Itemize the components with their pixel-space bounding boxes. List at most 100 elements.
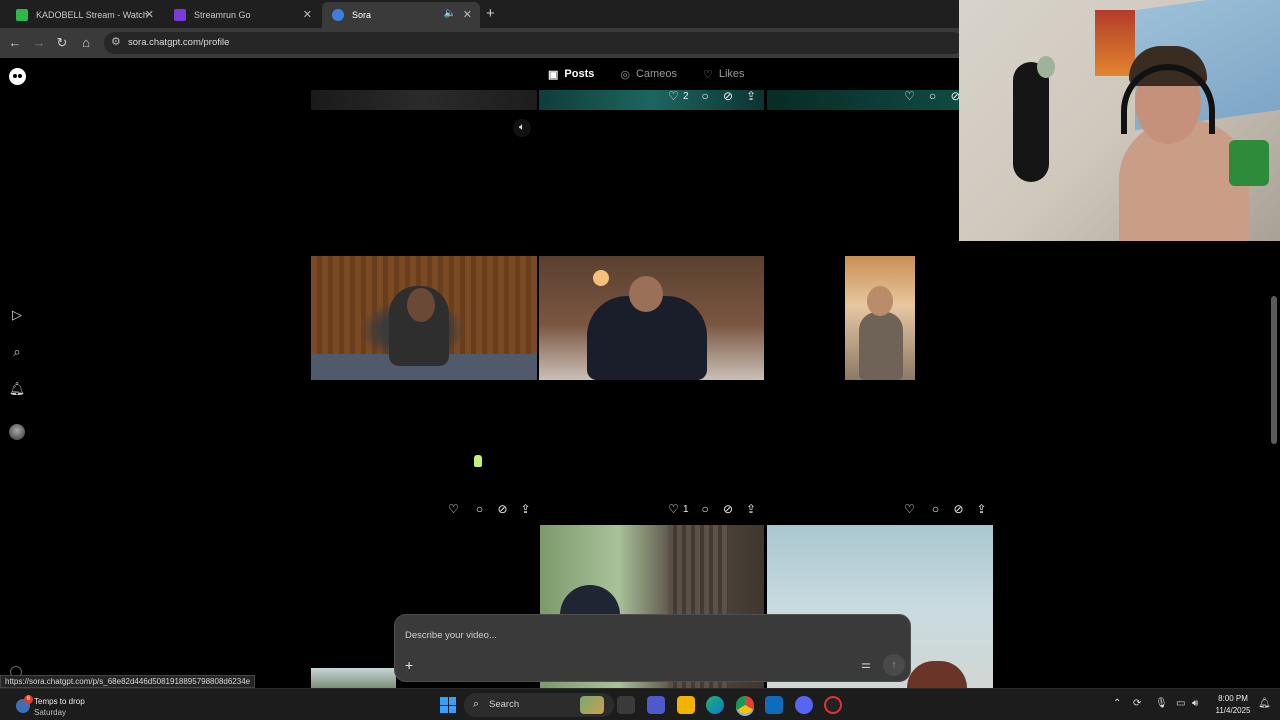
heart-icon: ♡ bbox=[668, 502, 679, 516]
tab-posts[interactable]: ▣ Posts bbox=[548, 64, 594, 84]
tab-sora[interactable]: Sora 🔈 ✕ bbox=[322, 2, 480, 28]
clock-date: 11/4/2025 bbox=[1215, 706, 1251, 715]
person-circle-icon: ◎ bbox=[620, 68, 630, 81]
windows-start-icon[interactable] bbox=[440, 697, 456, 713]
back-icon[interactable]: ← bbox=[6, 34, 24, 52]
url-text: sora.chatgpt.com/profile bbox=[128, 37, 230, 48]
mute-icon[interactable]: 🔈︎ bbox=[513, 119, 531, 137]
search-label: Search bbox=[489, 699, 520, 710]
volume-icon[interactable]: 🔊︎ bbox=[1192, 698, 1198, 709]
chrome-icon[interactable] bbox=[736, 696, 754, 714]
add-icon[interactable]: + bbox=[405, 657, 413, 673]
weather-subtitle: Saturday bbox=[34, 708, 67, 717]
new-tab-button[interactable]: + bbox=[486, 5, 495, 22]
tab-label: Posts bbox=[564, 68, 595, 80]
video-thumbnail[interactable] bbox=[539, 256, 764, 380]
teams-icon[interactable] bbox=[647, 696, 665, 714]
home-icon[interactable]: ⌂ bbox=[77, 34, 95, 52]
remix-icon[interactable]: ⊘ bbox=[496, 502, 509, 516]
store-icon[interactable] bbox=[765, 696, 783, 714]
search-icon: ⌕ bbox=[473, 698, 480, 710]
tab-cameos[interactable]: ◎ Cameos bbox=[620, 64, 677, 84]
share-icon[interactable]: ⇪ bbox=[745, 502, 758, 516]
comment-icon[interactable]: ○ bbox=[699, 89, 712, 103]
like-button[interactable]: ♡ bbox=[903, 502, 919, 516]
close-icon[interactable]: ✕ bbox=[463, 8, 472, 21]
share-icon[interactable]: ⇪ bbox=[745, 89, 758, 103]
comment-icon[interactable]: ○ bbox=[473, 502, 486, 516]
video-thumbnail[interactable] bbox=[311, 668, 396, 688]
tab-streamrun[interactable]: Streamrun Go ✕ bbox=[164, 2, 320, 28]
bell-icon[interactable]: 🔔︎ bbox=[8, 380, 26, 398]
system-clock[interactable]: 8:00 PM 11/4/2025 bbox=[1210, 693, 1256, 717]
post-actions: ♡ 2 ○ ⊘ ⇪ bbox=[667, 88, 758, 104]
avatar[interactable] bbox=[9, 424, 25, 440]
network-icon[interactable]: ▭ bbox=[1176, 698, 1185, 709]
play-icon[interactable]: ▷ bbox=[8, 306, 26, 324]
obs-icon[interactable] bbox=[824, 696, 842, 714]
thumb-figure bbox=[560, 585, 620, 615]
profile-tabs: ▣ Posts ◎ Cameos ♡ Likes bbox=[548, 64, 745, 84]
video-prompt-composer[interactable]: Describe your video... + ⚌ ↑ bbox=[394, 614, 911, 682]
search-highlight-icon bbox=[580, 696, 604, 714]
reload-icon[interactable]: ↻ bbox=[53, 34, 71, 52]
forward-icon[interactable]: → bbox=[30, 34, 48, 52]
link-status-bubble: https://sora.chatgpt.com/p/s_68e82d446d5… bbox=[0, 675, 256, 688]
heart-icon: ♡ bbox=[904, 502, 915, 516]
video-thumbnail[interactable] bbox=[311, 256, 537, 380]
cam-guitar-case bbox=[1013, 62, 1049, 182]
address-input[interactable]: ⚙ sora.chatgpt.com/profile bbox=[104, 32, 964, 54]
heart-icon: ♡ bbox=[448, 502, 459, 516]
windows-taskbar: 6 Temps to drop Saturday ⌕ Search ⌃ ⟳ 🎙︎… bbox=[0, 688, 1280, 720]
close-icon[interactable]: ✕ bbox=[145, 8, 154, 21]
tab-kadobell[interactable]: KADOBELL Stream - Watch Live ✕ bbox=[6, 2, 162, 28]
sora-icon bbox=[332, 9, 344, 21]
sync-icon[interactable]: ⟳ bbox=[1133, 698, 1141, 709]
speaker-icon[interactable]: 🔈 bbox=[444, 8, 456, 19]
close-icon[interactable]: ✕ bbox=[303, 8, 312, 21]
chevron-up-icon[interactable]: ⌃ bbox=[1113, 698, 1121, 709]
file-explorer-icon[interactable] bbox=[677, 696, 695, 714]
task-view-icon[interactable] bbox=[617, 696, 635, 714]
like-button[interactable]: ♡ 1 bbox=[667, 502, 689, 516]
post-actions: ♡ 1 ○ ⊘ ⇪ bbox=[667, 501, 758, 517]
page-scrollbar[interactable] bbox=[1271, 296, 1277, 444]
share-icon[interactable]: ⇪ bbox=[975, 502, 988, 516]
prompt-input[interactable]: Describe your video... bbox=[405, 630, 497, 641]
microphone-icon[interactable]: 🎙︎ bbox=[1155, 698, 1168, 709]
edge-icon[interactable] bbox=[706, 696, 724, 714]
tab-likes[interactable]: ♡ Likes bbox=[703, 64, 745, 84]
share-icon[interactable]: ⇪ bbox=[519, 502, 532, 516]
heart-icon: ♡ bbox=[668, 89, 679, 103]
notifications-icon[interactable]: 🔔︎ bbox=[1258, 698, 1271, 709]
comment-icon[interactable]: ○ bbox=[929, 502, 942, 516]
video-thumbnail[interactable] bbox=[845, 256, 915, 380]
comment-icon[interactable]: ○ bbox=[699, 502, 712, 516]
thumb-head bbox=[867, 286, 893, 316]
remix-icon[interactable]: ⊘ bbox=[952, 502, 965, 516]
comment-icon[interactable]: ○ bbox=[926, 89, 939, 103]
tab-title: Sora bbox=[352, 10, 372, 20]
send-arrow-icon[interactable]: ↑ bbox=[883, 654, 905, 676]
sliders-icon[interactable]: ⚌ bbox=[861, 658, 871, 671]
site-info-icon[interactable]: ⚙ bbox=[111, 35, 121, 48]
tab-title: Streamrun Go bbox=[194, 10, 251, 20]
remix-icon[interactable]: ⊘ bbox=[722, 89, 735, 103]
sora-logo[interactable] bbox=[9, 68, 26, 85]
cam-poster bbox=[1095, 10, 1135, 76]
weather-widget[interactable]: 6 Temps to drop Saturday bbox=[12, 694, 122, 718]
like-button[interactable]: ♡ bbox=[447, 502, 463, 516]
taskbar-search[interactable]: ⌕ Search bbox=[464, 693, 614, 717]
like-count: 1 bbox=[683, 503, 689, 515]
post-actions: ♡ ○ ⊘ ⇪ bbox=[447, 501, 532, 517]
play-square-icon: ▣ bbox=[548, 68, 559, 81]
thumb-head bbox=[407, 288, 435, 322]
search-icon[interactable]: ⌕ bbox=[8, 343, 26, 361]
heart-icon[interactable]: ♡ bbox=[903, 89, 916, 103]
tab-label: Likes bbox=[718, 68, 745, 80]
video-thumbnail[interactable] bbox=[311, 90, 537, 110]
like-button[interactable]: ♡ 2 bbox=[667, 89, 688, 103]
discord-icon[interactable] bbox=[795, 696, 813, 714]
remix-icon[interactable]: ⊘ bbox=[722, 502, 735, 516]
tab-title: KADOBELL Stream - Watch Live bbox=[36, 10, 148, 20]
